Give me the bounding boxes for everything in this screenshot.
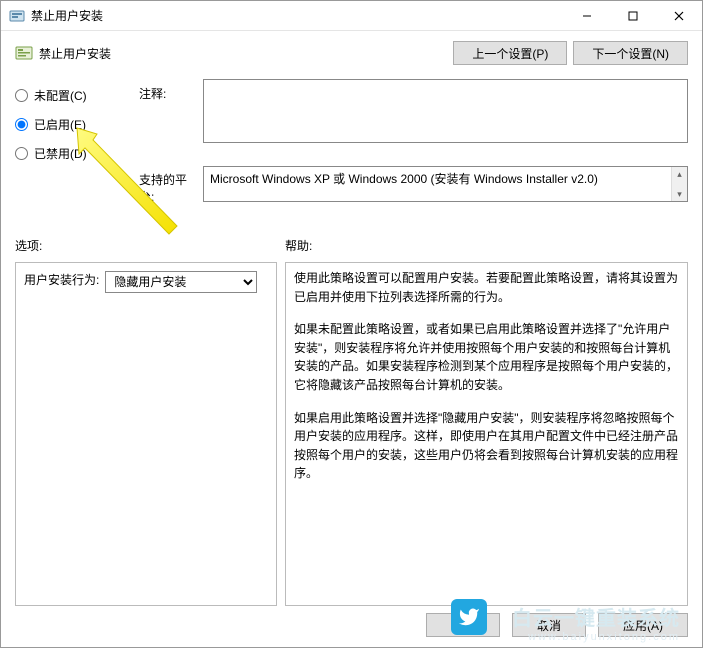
radio-disabled[interactable]: 已禁用(D) bbox=[15, 145, 135, 162]
scroll-up-icon: ▴ bbox=[672, 167, 687, 181]
minimize-button[interactable] bbox=[564, 1, 610, 31]
apply-button[interactable]: 应用(A) bbox=[598, 613, 688, 637]
comment-label: 注释: bbox=[139, 83, 199, 139]
radio-not-configured-label: 未配置(C) bbox=[34, 87, 87, 104]
help-panel[interactable]: 使用此策略设置可以配置用户安装。若要配置此策略设置，请将其设置为已启用并使用下拉… bbox=[285, 262, 688, 606]
app-icon bbox=[9, 8, 25, 24]
behavior-select[interactable]: 隐藏用户安装 bbox=[105, 271, 257, 293]
radio-disabled-label: 已禁用(D) bbox=[34, 145, 87, 162]
titlebar: 禁止用户安装 bbox=[1, 1, 702, 31]
radio-column: 未配置(C) 已启用(E) 已禁用(D) bbox=[15, 75, 135, 174]
behavior-label: 用户安装行为: bbox=[24, 271, 99, 288]
radio-not-configured-input[interactable] bbox=[15, 89, 28, 102]
scroll-down-icon: ▾ bbox=[672, 187, 687, 201]
policy-icon bbox=[15, 44, 33, 62]
radio-enabled-label: 已启用(E) bbox=[34, 116, 86, 133]
field-column: Microsoft Windows XP 或 Windows 2000 (安装有… bbox=[203, 75, 688, 202]
radio-enabled-input[interactable] bbox=[15, 118, 28, 131]
platform-scrollbar[interactable]: ▴ ▾ bbox=[671, 167, 687, 201]
comment-textarea[interactable] bbox=[203, 79, 688, 143]
help-label: 帮助: bbox=[285, 237, 688, 254]
help-paragraph-1: 使用此策略设置可以配置用户安装。若要配置此策略设置，请将其设置为已启用并使用下拉… bbox=[294, 269, 679, 306]
next-setting-button[interactable]: 下一个设置(N) bbox=[573, 41, 688, 65]
header: 禁止用户安装 上一个设置(P) 下一个设置(N) bbox=[1, 31, 702, 73]
maximize-button[interactable] bbox=[610, 1, 656, 31]
config-area: 未配置(C) 已启用(E) 已禁用(D) 注释: 支持的平台: Microsof… bbox=[1, 73, 702, 231]
section-labels: 选项: 帮助: bbox=[1, 231, 702, 258]
radio-enabled[interactable]: 已启用(E) bbox=[15, 116, 135, 133]
help-paragraph-3: 如果启用此策略设置并选择"隐藏用户安装"，则安装程序将忽略按照每个用户安装的应用… bbox=[294, 409, 679, 483]
close-button[interactable] bbox=[656, 1, 702, 31]
help-paragraph-2: 如果未配置此策略设置，或者如果已启用此策略设置并选择了"允许用户安装"，则安装程… bbox=[294, 320, 679, 394]
options-panel: 用户安装行为: 隐藏用户安装 bbox=[15, 262, 277, 606]
platform-label: 支持的平台: bbox=[139, 169, 199, 225]
supported-platform-box[interactable]: Microsoft Windows XP 或 Windows 2000 (安装有… bbox=[203, 166, 688, 202]
field-labels: 注释: 支持的平台: bbox=[139, 75, 199, 225]
cancel-button[interactable]: 取消 bbox=[512, 613, 586, 637]
supported-platform-text: Microsoft Windows XP 或 Windows 2000 (安装有… bbox=[210, 172, 598, 186]
lower-panels: 用户安装行为: 隐藏用户安装 使用此策略设置可以配置用户安装。若要配置此策略设置… bbox=[1, 258, 702, 606]
prev-setting-button[interactable]: 上一个设置(P) bbox=[453, 41, 567, 65]
window-title: 禁止用户安装 bbox=[31, 7, 564, 24]
options-label: 选项: bbox=[15, 237, 285, 254]
radio-disabled-input[interactable] bbox=[15, 147, 28, 160]
ok-button[interactable]: 确定 bbox=[426, 613, 500, 637]
footer: 确定 取消 应用(A) bbox=[420, 613, 688, 637]
radio-not-configured[interactable]: 未配置(C) bbox=[15, 87, 135, 104]
page-title: 禁止用户安装 bbox=[39, 45, 447, 62]
